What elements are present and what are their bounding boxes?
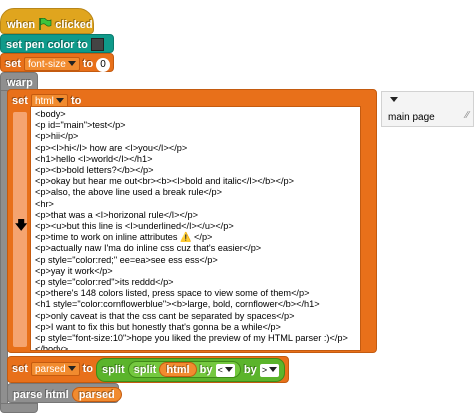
- font-size-value-slot[interactable]: 0: [96, 58, 110, 72]
- clicked-label: clicked: [55, 19, 93, 31]
- html-variable-reporter[interactable]: html: [159, 362, 197, 377]
- dropdown-arrow-icon: [224, 367, 233, 372]
- split-outer-block[interactable]: split split html by < by >: [96, 358, 286, 382]
- variable-name: font-size: [27, 59, 66, 70]
- code-line: <p>there's 148 colors listed, press spac…: [35, 288, 310, 299]
- set-pen-color-block[interactable]: set pen color to: [0, 34, 114, 53]
- code-line: <p>time to work on inline attributes ⚠️ …: [35, 232, 213, 243]
- split-delimiter-dropdown-2[interactable]: >: [259, 364, 280, 377]
- code-line: <body>: [35, 109, 66, 119]
- code-line: <p>only caveat is that the css cant be s…: [35, 310, 295, 321]
- set-html-set-label: set: [12, 95, 28, 107]
- dropdown-arrow-icon: [390, 97, 398, 102]
- set-parsed-to-label: to: [82, 363, 93, 375]
- multiline-slot-gutter: 🡇: [13, 112, 27, 347]
- parse-html-label: parse html: [13, 389, 69, 401]
- delimiter-value-2: >: [261, 365, 268, 375]
- code-line: <p id="main">test</p>: [35, 120, 126, 131]
- delimiter-value-1: <: [217, 365, 223, 375]
- code-line: </body>: [35, 344, 69, 351]
- split-inner-block[interactable]: split html by <: [127, 361, 241, 378]
- split-outer-label: split: [102, 364, 125, 376]
- code-line: <p style="font-size:10">hope you liked t…: [35, 333, 348, 344]
- parsed-variable-name: parsed: [34, 364, 66, 375]
- code-line: <p>okay but hear me out<br><b><I>bold an…: [35, 176, 294, 187]
- code-line: <p><u>but this line is <I>underlined</I>…: [35, 221, 234, 232]
- code-line: <p>hii</p>: [35, 131, 79, 142]
- parse-html-block[interactable]: parse html parsed: [7, 383, 122, 403]
- code-line: <p>that was a <I>horizonal rule</I></p>: [35, 209, 198, 220]
- code-line: <h1 style="color:cornflowerblue"><b>larg…: [35, 299, 320, 310]
- set-font-size-block[interactable]: set font-size to 0: [0, 53, 114, 72]
- code-line: <p><b>bold letters?</b></p>: [35, 165, 154, 176]
- dropdown-arrow-icon: [55, 98, 64, 103]
- by-outer-label: by: [243, 364, 257, 376]
- code-line: <p style="color:red;" ee=ea>see ess ess<…: [35, 254, 218, 265]
- by-inner-label: by: [199, 364, 213, 376]
- set-parsed-block[interactable]: set parsed to split split html by < by >: [7, 356, 289, 383]
- html-code-textarea[interactable]: <body> <p id="main">test</p> <p>hii</p> <p>…: [30, 106, 361, 351]
- page-selector-value: main page: [388, 112, 435, 123]
- code-line: <p>yay it work</p>: [35, 265, 113, 276]
- when-flag-clicked-hat-block[interactable]: when clicked: [0, 8, 94, 34]
- warp-label: warp: [7, 77, 33, 89]
- parsed-variable-reporter[interactable]: parsed: [71, 387, 122, 402]
- when-label: when: [7, 19, 36, 31]
- code-line: <h1>hello <I>world</I></h1>: [35, 153, 153, 164]
- parsed-variable-dropdown[interactable]: parsed: [30, 362, 80, 376]
- code-line: <hr>: [35, 198, 54, 209]
- green-flag-icon: [39, 18, 52, 30]
- set-label: set: [5, 58, 21, 70]
- code-line: <p><I>hi</I> how are <I>you</I></p>: [35, 142, 188, 153]
- resize-handle-icon[interactable]: ∕∕: [466, 110, 469, 121]
- code-line: <p>actually naw I'ma do inline css cuz t…: [35, 243, 262, 254]
- code-line: <p>also, the above line used a break rul…: [35, 187, 222, 198]
- set-parsed-set-label: set: [12, 363, 28, 375]
- code-line: <p>I want to fix this but honestly that'…: [35, 321, 281, 332]
- pen-color-swatch[interactable]: [90, 38, 104, 51]
- to-label: to: [82, 58, 94, 70]
- down-arrow-icon[interactable]: 🡇: [15, 216, 27, 237]
- warp-bottom: [0, 403, 38, 413]
- code-line: <p style="color:red">its reddd</p>: [35, 277, 174, 288]
- split-inner-label: split: [133, 364, 157, 376]
- variable-dropdown[interactable]: font-size: [23, 57, 80, 71]
- split-delimiter-dropdown-1[interactable]: <: [215, 364, 235, 377]
- dropdown-arrow-icon: [269, 367, 278, 372]
- dropdown-arrow-icon: [67, 61, 76, 66]
- dropdown-arrow-icon: [67, 366, 76, 371]
- set-pen-color-label: set pen color to: [6, 39, 88, 51]
- page-selector-dropdown[interactable]: main page ∕∕: [381, 91, 474, 127]
